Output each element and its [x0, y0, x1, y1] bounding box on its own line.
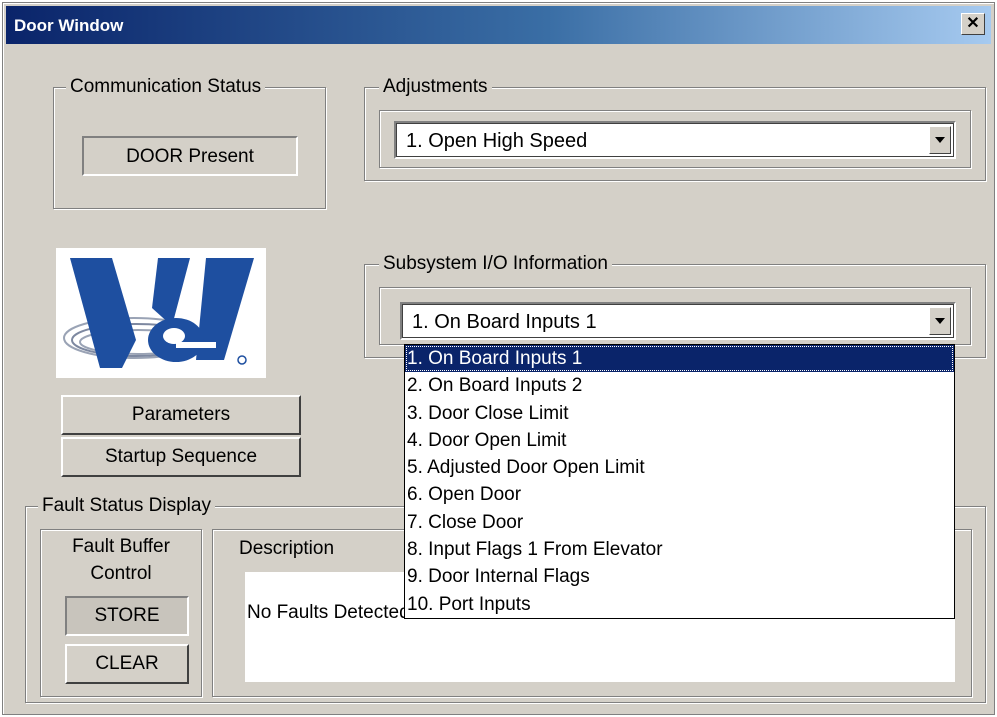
communication-status-field: DOOR Present: [82, 136, 298, 176]
fault-status-label: Fault Status Display: [38, 495, 215, 517]
fault-buffer-label-line2: Control: [90, 563, 152, 584]
close-button[interactable]: ✕: [961, 13, 985, 35]
adjustments-label: Adjustments: [379, 76, 492, 98]
adjustments-inner: 1. Open High Speed: [379, 110, 971, 168]
title-bar[interactable]: Door Window ✕: [6, 6, 991, 44]
store-button[interactable]: STORE: [65, 596, 189, 636]
subsystem-io-inner: 1. On Board Inputs 1: [379, 287, 971, 345]
company-logo: [56, 248, 266, 378]
subsystem-io-selected-value: 1. On Board Inputs 1: [412, 311, 597, 333]
dropdown-option[interactable]: 5. Adjusted Door Open Limit: [405, 454, 954, 481]
window-title: Door Window: [14, 16, 124, 35]
store-button-label: STORE: [94, 605, 160, 626]
dropdown-option[interactable]: 4. Door Open Limit: [405, 427, 954, 454]
subsystem-io-dropdown-list[interactable]: 1. On Board Inputs 1 2. On Board Inputs …: [404, 344, 955, 619]
dropdown-option[interactable]: 2. On Board Inputs 2: [405, 372, 954, 399]
dropdown-option[interactable]: 10. Port Inputs: [405, 591, 954, 618]
description-label: Description: [239, 538, 335, 559]
fault-buffer-control-box: Fault Buffer Control STORE CLEAR: [40, 529, 202, 697]
adjustments-selected-value: 1. Open High Speed: [406, 130, 588, 152]
description-text: No Faults Detected: [247, 602, 410, 623]
logo-image: [63, 258, 254, 368]
dropdown-option[interactable]: 6. Open Door: [405, 481, 954, 508]
adjustments-group: Adjustments 1. Open High Speed: [364, 76, 986, 181]
clear-button[interactable]: CLEAR: [65, 644, 189, 684]
dropdown-option[interactable]: 3. Door Close Limit: [405, 400, 954, 427]
dropdown-option[interactable]: 1. On Board Inputs 1: [405, 345, 954, 373]
subsystem-io-dropdown[interactable]: 1. On Board Inputs 1: [400, 302, 956, 340]
dropdown-option[interactable]: 9. Door Internal Flags: [405, 563, 954, 590]
subsystem-io-dropdown-arrow[interactable]: [929, 307, 951, 335]
close-icon: ✕: [966, 15, 980, 32]
adjustments-dropdown[interactable]: 1. Open High Speed: [394, 121, 956, 159]
communication-status-value: DOOR Present: [126, 146, 254, 167]
door-window: Door Window ✕ Communication Status DOOR …: [2, 2, 995, 715]
startup-sequence-button-label: Startup Sequence: [104, 446, 258, 467]
dropdown-option[interactable]: 7. Close Door: [405, 509, 954, 536]
fault-buffer-label-line1: Fault Buffer: [72, 536, 170, 557]
startup-sequence-button[interactable]: Startup Sequence: [61, 437, 301, 477]
clear-button-label: CLEAR: [95, 653, 159, 674]
dropdown-option[interactable]: 8. Input Flags 1 From Elevator: [405, 536, 954, 563]
communication-status-label: Communication Status: [66, 76, 266, 98]
adjustments-dropdown-arrow[interactable]: [929, 126, 951, 154]
parameters-button[interactable]: Parameters: [61, 395, 301, 435]
parameters-button-label: Parameters: [131, 404, 231, 425]
subsystem-io-label: Subsystem I/O Information: [379, 253, 612, 275]
communication-status-group: Communication Status DOOR Present: [53, 76, 326, 209]
